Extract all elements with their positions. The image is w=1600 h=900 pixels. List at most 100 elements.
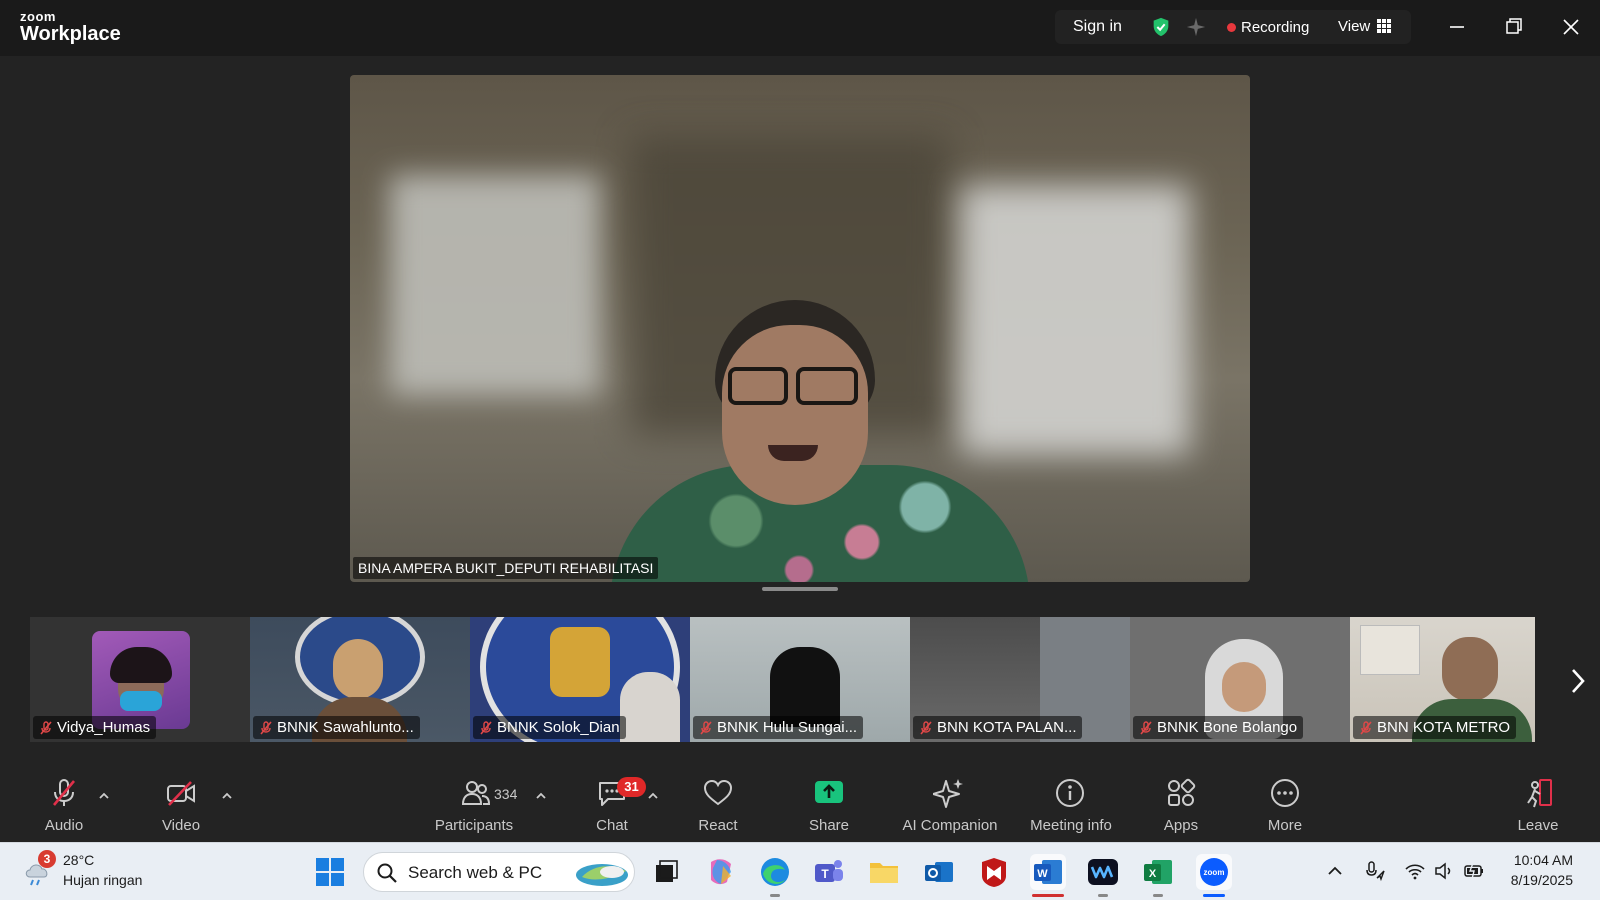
zoom-workplace-logo: zoom Workplace (20, 10, 121, 44)
restore-icon[interactable] (1499, 12, 1529, 42)
chevron-up-icon[interactable] (1324, 860, 1346, 882)
share-label: Share (808, 817, 850, 834)
clock-date[interactable]: 8/19/2025 (1493, 872, 1573, 888)
svg-text:X: X (1149, 868, 1157, 880)
speaker-glasses-right (796, 367, 858, 405)
edge-browser-icon[interactable] (757, 854, 793, 890)
outlook-icon[interactable] (921, 854, 957, 890)
participants-options-chevron-up-icon[interactable] (534, 789, 548, 803)
video-options-chevron-up-icon[interactable] (220, 789, 234, 803)
taskbar-search-input[interactable]: Search web & PC (363, 852, 635, 892)
apps-icon (1168, 778, 1196, 806)
participant-face (1222, 662, 1266, 712)
windows-taskbar: 3 28°C Hujan ringan Search web & PC T W … (0, 842, 1600, 900)
video-off-camera-icon (167, 781, 195, 806)
participants-label: Participants (434, 817, 514, 834)
wall-poster (1360, 625, 1420, 675)
ai-sparkle-icon[interactable] (1185, 16, 1207, 38)
chat-options-chevron-up-icon[interactable] (646, 789, 660, 803)
participants-button[interactable]: Participants (424, 765, 524, 840)
apps-button[interactable]: Apps (1131, 765, 1231, 840)
copilot-icon[interactable] (703, 854, 739, 890)
encryption-shield-icon[interactable] (1150, 16, 1172, 38)
svg-text:W: W (1037, 868, 1048, 880)
apps-label: Apps (1163, 817, 1199, 834)
participant-tile[interactable]: Vidya_Humas (30, 617, 250, 742)
info-icon (1056, 779, 1084, 807)
meeting-info-button[interactable]: Meeting info (1020, 765, 1122, 840)
excel-running-indicator (1153, 894, 1163, 897)
weather-temperature[interactable]: 28°C (63, 852, 94, 868)
ai-companion-label: AI Companion (902, 817, 998, 834)
weather-alert-badge: 3 (38, 850, 56, 868)
participant-tile[interactable]: BNNK Sawahlunto... (250, 617, 470, 742)
title-bar-controls: Sign in Recording View (1055, 10, 1411, 44)
zoom-window: zoom Workplace Sign in Recording View BI… (0, 0, 1600, 900)
muted-mic-icon (700, 721, 712, 735)
muted-mic-icon (40, 721, 52, 735)
more-button[interactable]: More (1235, 765, 1335, 840)
ai-companion-button[interactable]: AI Companion (899, 765, 1001, 840)
leave-label: Leave (1517, 817, 1559, 834)
file-explorer-icon[interactable] (866, 854, 902, 890)
muted-mic-icon (920, 721, 932, 735)
windows-start-icon[interactable] (314, 856, 346, 888)
audio-options-chevron-up-icon[interactable] (97, 789, 111, 803)
participant-tile[interactable]: BNNK Solok_Dian (470, 617, 690, 742)
zoom-app-icon[interactable]: zoom (1196, 854, 1232, 890)
minimize-icon[interactable] (1442, 12, 1472, 42)
leave-button[interactable]: Leave (1488, 765, 1588, 840)
participant-name: BNNK Hulu Sungai... (693, 716, 864, 739)
sign-in-button[interactable]: Sign in (1073, 18, 1122, 36)
gallery-grid-icon[interactable] (1376, 18, 1392, 34)
react-label: React (698, 817, 738, 834)
video-label: Video (161, 817, 201, 834)
battery-charging-icon[interactable] (1463, 860, 1485, 882)
participant-name: Vidya_Humas (33, 716, 157, 739)
clock-time[interactable]: 10:04 AM (1493, 852, 1573, 868)
chevron-right-icon[interactable] (1566, 664, 1590, 698)
participant-tile[interactable]: BNNK Hulu Sungai... (690, 617, 910, 742)
weather-condition[interactable]: Hujan ringan (63, 872, 142, 888)
muted-mic-icon (260, 721, 272, 735)
logo-top-text: zoom (20, 9, 56, 24)
participant-tile[interactable]: BNN KOTA PALAN... (910, 617, 1130, 742)
task-view-icon[interactable] (648, 854, 684, 890)
teams-icon[interactable]: T (811, 854, 847, 890)
word-active-indicator (1032, 894, 1064, 897)
meeting-toolbar: Audio Video Participants 334 Chat 31 Rea… (0, 765, 1600, 840)
view-button[interactable]: View (1338, 18, 1370, 35)
react-button[interactable]: React (668, 765, 768, 840)
participant-name: BNN KOTA PALAN... (913, 716, 1083, 739)
mcafee-icon[interactable] (976, 854, 1012, 890)
close-icon[interactable] (1556, 12, 1586, 42)
app-running-indicator (1098, 894, 1108, 897)
more-ellipsis-icon (1271, 779, 1299, 807)
microphone-location-icon[interactable] (1364, 860, 1386, 882)
volume-icon[interactable] (1433, 860, 1455, 882)
participant-name: BNNK Bone Bolango (1133, 716, 1304, 739)
share-button[interactable]: Share (779, 765, 879, 840)
zoom-active-indicator (1203, 894, 1225, 897)
avatar (92, 631, 190, 729)
chat-unread-badge: 31 (617, 777, 646, 797)
meeting-info-label: Meeting info (1030, 817, 1112, 834)
participants-count: 334 (494, 786, 518, 802)
resize-handle[interactable] (762, 587, 838, 591)
heart-icon (703, 779, 733, 806)
participant-name: BNN KOTA METRO (1353, 716, 1517, 739)
excel-icon[interactable]: X (1140, 854, 1176, 890)
participant-face (1442, 637, 1498, 701)
recording-indicator[interactable]: Recording (1241, 19, 1309, 36)
logo-bottom-text: Workplace (20, 23, 121, 45)
edge-running-indicator (770, 894, 780, 897)
word-icon[interactable]: W (1030, 854, 1066, 890)
app-wave-icon[interactable] (1085, 854, 1121, 890)
participant-tile[interactable]: BNN KOTA METRO (1350, 617, 1535, 742)
wifi-icon[interactable] (1404, 860, 1426, 882)
participant-name: BNNK Solok_Dian (473, 716, 626, 739)
svg-text:zoom: zoom (1204, 868, 1225, 877)
participant-tile[interactable]: BNNK Bone Bolango (1130, 617, 1350, 742)
active-speaker-video[interactable]: BINA AMPERA BUKIT_DEPUTI REHABILITASI (350, 75, 1250, 582)
video-button[interactable]: Video (131, 765, 231, 840)
